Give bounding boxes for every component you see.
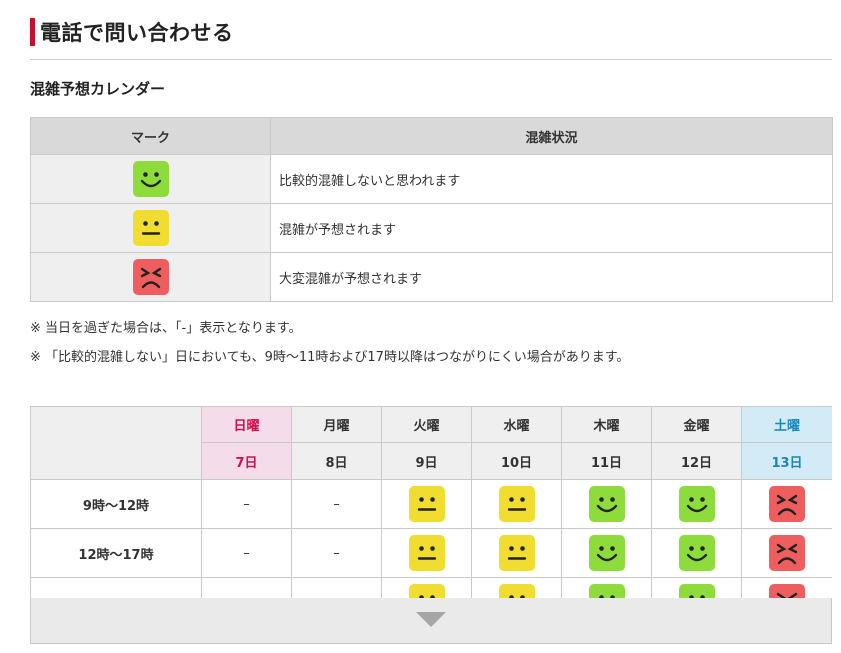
calendar-cell: –	[291, 528, 382, 578]
angry-face-icon	[769, 584, 805, 598]
day-of-week-header: 水曜	[471, 406, 562, 443]
neutral-face-icon	[408, 486, 445, 522]
legend-row: 比較的混雑しないと思われます	[30, 154, 833, 204]
calendar-cell	[651, 528, 742, 578]
neutral-face-icon	[498, 584, 535, 598]
legend-description: 比較的混雑しないと思われます	[270, 154, 833, 204]
legend-mark-cell	[30, 154, 271, 204]
expand-calendar-button[interactable]	[30, 598, 832, 644]
chevron-down-icon	[416, 612, 446, 627]
calendar-cell	[651, 479, 742, 529]
smile-face-icon	[588, 486, 625, 522]
calendar-cell	[291, 577, 382, 598]
calendar-time-row	[30, 577, 832, 598]
calendar-cell	[201, 577, 292, 598]
day-of-week-header: 日曜	[201, 406, 292, 443]
no-data-dash: –	[333, 496, 340, 512]
neutral-face-icon	[498, 535, 535, 571]
day-of-week-header: 月曜	[291, 406, 382, 443]
calendar-cell	[381, 479, 472, 529]
smile-face-icon	[678, 486, 715, 522]
smile-face-icon	[678, 535, 715, 571]
no-data-dash: –	[333, 545, 340, 561]
legend-description: 大変混雑が予想されます	[270, 252, 833, 302]
calendar-cell	[741, 528, 832, 578]
page-heading: 電話で問い合わせる	[30, 14, 832, 60]
legend-header-status: 混雑状況	[270, 117, 833, 155]
time-slot-label: 12時～17時	[30, 528, 202, 578]
smile-face-icon	[588, 535, 625, 571]
legend-header-mark: マーク	[30, 117, 271, 155]
smile-face-icon	[678, 584, 715, 598]
legend-description: 混雑が予想されます	[270, 203, 833, 253]
calendar-cell	[561, 528, 652, 578]
no-data-dash: –	[243, 496, 250, 512]
calendar-time-row: 12時～17時 – –	[30, 528, 832, 578]
date-header: 9日	[381, 442, 472, 480]
angry-face-icon	[769, 535, 805, 571]
calendar-cell: –	[201, 479, 292, 529]
angry-face-icon	[132, 259, 169, 295]
calendar-cell: –	[291, 479, 382, 529]
date-header: 7日	[201, 442, 292, 480]
legend-mark-cell	[30, 252, 271, 302]
calendar-time-row: 9時～12時 – –	[30, 479, 832, 529]
calendar-cell: –	[201, 528, 292, 578]
date-header: 10日	[471, 442, 562, 480]
no-data-dash: –	[243, 545, 250, 561]
date-header: 12日	[651, 442, 742, 480]
angry-face-icon	[769, 486, 805, 522]
calendar-cell	[471, 577, 562, 598]
calendar-subtitle: 混雑予想カレンダー	[30, 80, 166, 98]
date-header: 11日	[561, 442, 652, 480]
day-of-week-header: 火曜	[381, 406, 472, 443]
calendar-cell	[561, 577, 652, 598]
calendar-corner	[30, 406, 202, 480]
day-of-week-header: 木曜	[561, 406, 652, 443]
date-header: 8日	[291, 442, 382, 480]
day-of-week-header: 金曜	[651, 406, 742, 443]
heading-accent-bar	[30, 18, 35, 46]
neutral-face-icon	[408, 584, 445, 598]
calendar-cell	[471, 528, 562, 578]
congestion-calendar: 日曜 月曜 火曜 水曜 木曜 金曜 土曜 7日 8日 9日 10日 11日 12日 13日 9時～12時 – –…	[30, 406, 832, 598]
calendar-cell	[741, 479, 832, 529]
time-slot-label: 9時～12時	[30, 479, 202, 529]
neutral-face-icon	[498, 486, 535, 522]
calendar-cell	[561, 479, 652, 529]
calendar-dow-row: 日曜 月曜 火曜 水曜 木曜 金曜 土曜	[30, 406, 832, 480]
legend-row: 混雑が予想されます	[30, 203, 833, 253]
note-past-days: ※ 当日を過ぎた場合は、「-」表示となります。	[30, 321, 302, 336]
calendar-cell	[471, 479, 562, 529]
smile-face-icon	[588, 584, 625, 598]
page-title: 電話で問い合わせる	[40, 21, 234, 45]
calendar-cell	[381, 577, 472, 598]
day-of-week-header: 土曜	[741, 406, 832, 443]
legend-table: マーク 混雑状況 比較的混雑しないと思われます 混雑が予想されます 大変混雑が予想さ…	[30, 117, 833, 302]
legend-row: 大変混雑が予想されます	[30, 252, 833, 302]
note-busy-hours: ※ 「比較的混雑しない」日においても、9時～11時および17時以降はつながりにく…	[30, 350, 630, 365]
calendar-cell	[741, 577, 832, 598]
legend-mark-cell	[30, 203, 271, 253]
neutral-face-icon	[408, 535, 445, 571]
neutral-face-icon	[132, 210, 169, 246]
calendar-cell	[381, 528, 472, 578]
time-slot-label	[30, 577, 202, 598]
smile-face-icon	[132, 161, 169, 197]
calendar-cell	[651, 577, 742, 598]
date-header: 13日	[741, 442, 832, 480]
calendar-scroll-area: 日曜 月曜 火曜 水曜 木曜 金曜 土曜 7日 8日 9日 10日 11日 12日 13日 9時～12時 – –…	[30, 406, 832, 598]
